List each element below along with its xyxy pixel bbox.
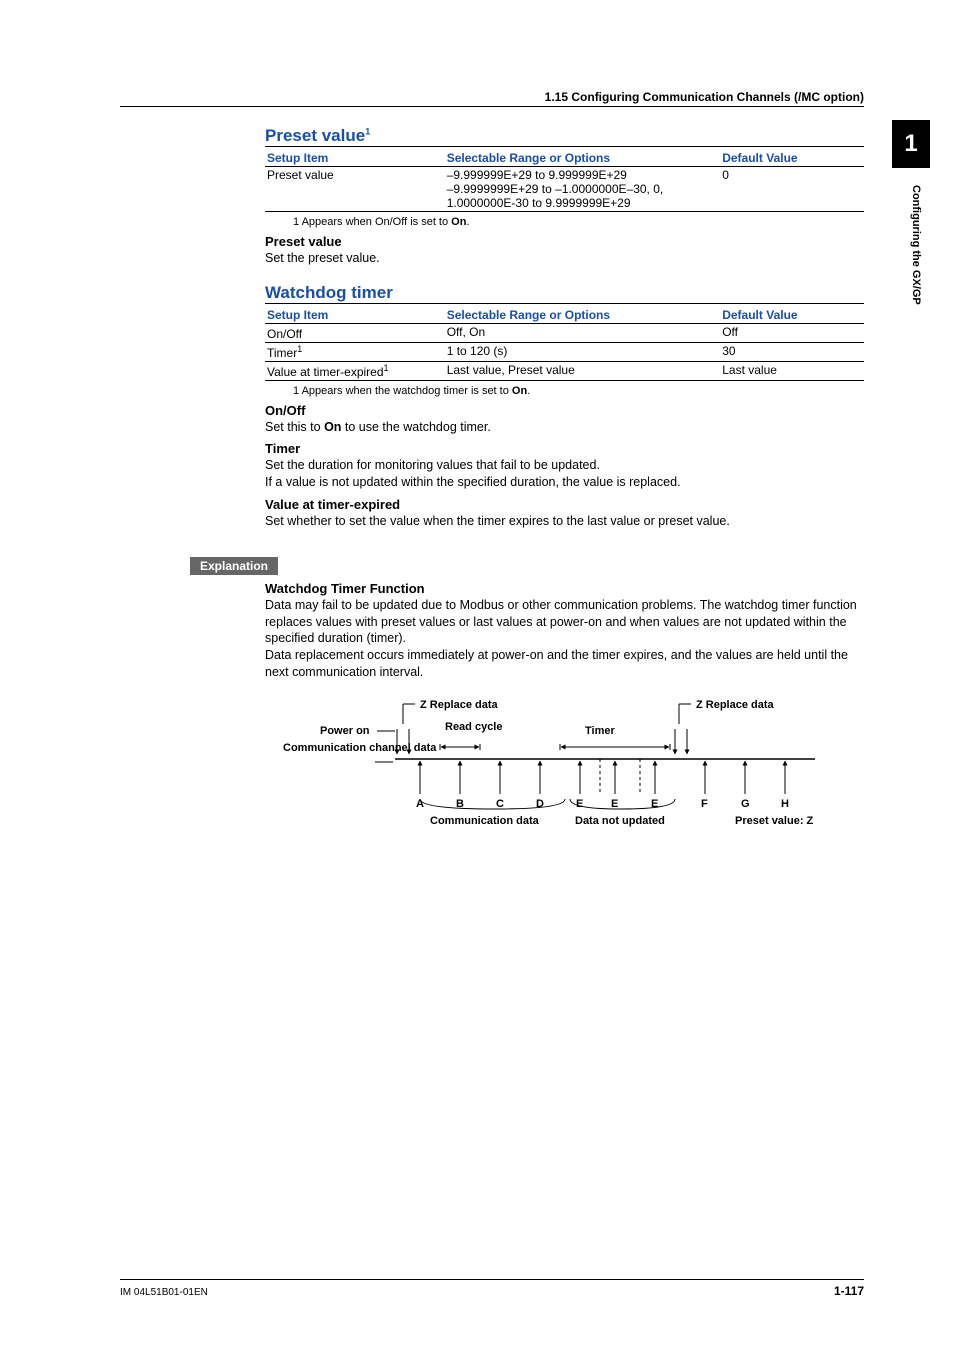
onoff-heading: On/Off [265,403,864,418]
table-header-row: Setup Item Selectable Range or Options D… [265,150,864,167]
diag-power-on: Power on [320,725,370,737]
diag-chan: Communication channel data [283,742,437,754]
table-row: Value at timer-expired1 Last value, Pres… [265,361,864,380]
diag-preset-z: Preset value: Z [735,815,814,827]
footnote-text: 1 Appears when On/Off is set to [293,216,451,228]
preset-value-heading: Preset value1 [265,126,864,147]
footer-rule [120,1279,864,1280]
footer-page: 117 [845,1284,864,1298]
cell-options: Off, On [445,323,721,342]
explanation-heading: Watchdog Timer Function [265,581,864,596]
th-setup-item: Setup Item [265,150,445,167]
cell-default: 30 [720,342,864,361]
table-header-row: Setup Item Selectable Range or Options D… [265,307,864,324]
footer-page-number: 1-117 [834,1284,864,1298]
explanation-paragraph: Data may fail to be updated due to Modbu… [265,597,864,680]
onoff-paragraph: Set this to On to use the watchdog timer… [265,419,864,436]
cell-setup-item: Value at timer-expired1 [265,361,445,380]
diag-not-updated: Data not updated [575,815,665,827]
diag-z2: Z Replace data [696,699,775,711]
preset-sub-heading: Preset value [265,234,864,249]
th-default: Default Value [720,307,864,324]
cell-setup-item: Timer1 [265,342,445,361]
preset-footnote: 1 Appears when On/Off is set to On. [293,216,864,228]
diag-letter: H [781,798,789,810]
running-header: 1.15 Configuring Communication Channels … [120,90,864,107]
cell-sup: 1 [297,344,302,354]
footnote-text: 1 Appears when the watchdog timer is set… [293,385,512,397]
cell-default: Off [720,323,864,342]
value-expired-heading: Value at timer-expired [265,497,864,512]
footnote-bold: On [512,385,527,397]
th-default: Default Value [720,150,864,167]
preset-value-table: Setup Item Selectable Range or Options D… [265,150,864,212]
cell-text: Value at timer-expired [267,365,384,379]
preset-sub-paragraph: Set the preset value. [265,250,864,267]
diag-comm-data: Communication data [430,815,540,827]
cell-options: –9.999999E+29 to 9.999999E+29 –9.9999999… [445,167,721,212]
th-options: Selectable Range or Options [445,307,721,324]
chapter-side-label: Configuring the GX/GP [910,185,922,305]
diag-timer: Timer [585,725,615,737]
cell-options: Last value, Preset value [445,361,721,380]
diag-letter: D [536,798,544,810]
footnote-tail: . [527,385,530,397]
cell-text: Timer [267,346,297,360]
explanation-tag: Explanation [190,557,278,575]
p-c: to use the watchdog timer. [341,420,490,434]
footnote-bold: On [451,216,466,228]
table-row: On/Off Off, On Off [265,323,864,342]
th-options: Selectable Range or Options [445,150,721,167]
th-setup-item: Setup Item [265,307,445,324]
diag-letter: C [496,798,504,810]
heading-sup: 1 [365,126,370,136]
watchdog-table: Setup Item Selectable Range or Options D… [265,307,864,381]
diag-read-cycle: Read cycle [445,721,502,733]
table-row: Preset value –9.999999E+29 to 9.999999E+… [265,167,864,212]
footer-doc-id: IM 04L51B01-01EN [120,1287,208,1298]
cell-text: On/Off [267,327,302,341]
watchdog-footnote: 1 Appears when the watchdog timer is set… [293,385,864,397]
timing-diagram: Z Replace data Z Replace data Power on R… [265,694,864,844]
footnote-tail: . [466,216,469,228]
footer-chapter: 1- [834,1284,845,1298]
timer-paragraph: Set the duration for monitoring values t… [265,457,864,490]
cell-options: 1 to 120 (s) [445,342,721,361]
diag-letter: F [701,798,708,810]
cell-default: Last value [720,361,864,380]
timer-heading: Timer [265,441,864,456]
cell-sup: 1 [384,363,389,373]
chapter-tab: 1 [892,120,930,168]
p-b: On [324,420,341,434]
cell-setup-item: On/Off [265,323,445,342]
table-row: Timer1 1 to 120 (s) 30 [265,342,864,361]
watchdog-heading: Watchdog timer [265,283,864,304]
p-a: Set this to [265,420,324,434]
cell-default: 0 [720,167,864,212]
value-expired-paragraph: Set whether to set the value when the ti… [265,513,864,530]
diag-z1: Z Replace data [420,699,499,711]
diag-letter: G [741,798,750,810]
cell-setup-item: Preset value [265,167,445,212]
heading-text: Preset value [265,126,365,145]
diag-letter: E [576,798,583,810]
diag-letter: E [611,798,618,810]
